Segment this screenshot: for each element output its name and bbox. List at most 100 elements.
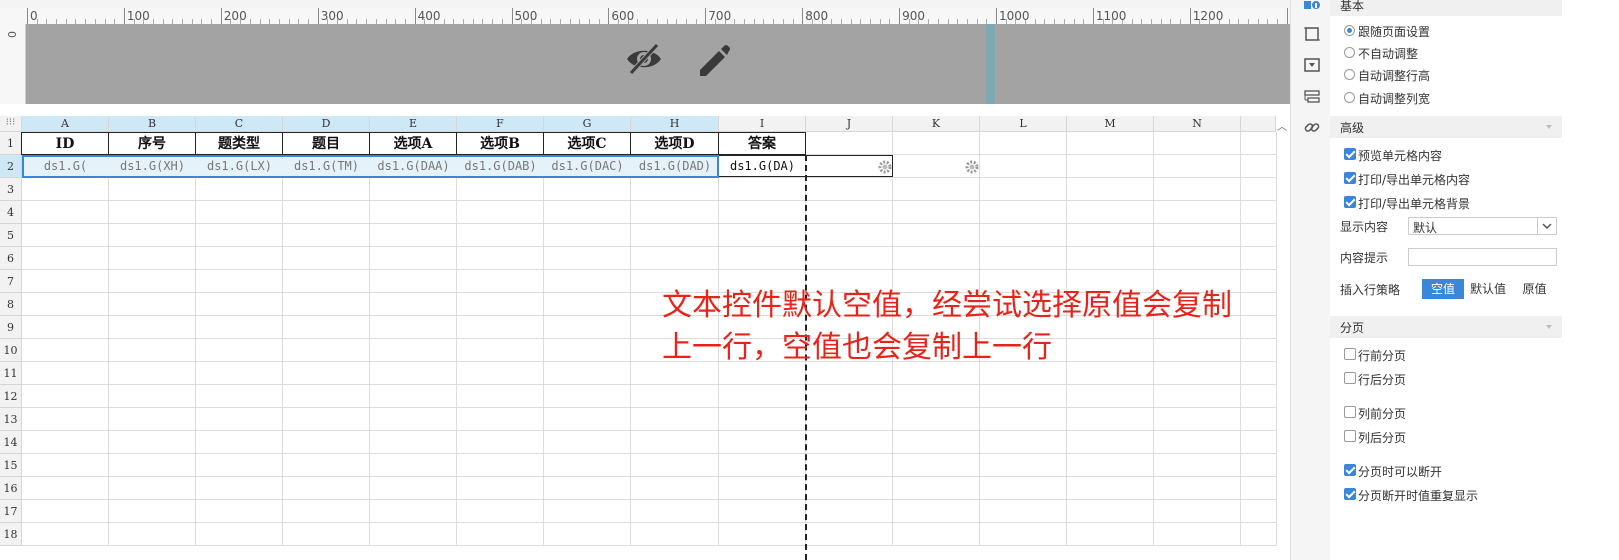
row-header-18[interactable]: 18 [0, 523, 22, 546]
row-header-4[interactable]: 4 [0, 201, 22, 224]
radio-button[interactable] [1344, 47, 1355, 58]
column-header-d[interactable]: D [283, 116, 370, 132]
scroll-up-arrow[interactable]: ︿ [1277, 118, 1287, 133]
data-cell[interactable]: ds1.G(DAB) [457, 155, 544, 177]
column-header-k[interactable]: K [893, 116, 980, 132]
column-header-m[interactable]: M [1067, 116, 1154, 132]
data-cell[interactable]: ds1.G(XH) [109, 155, 196, 177]
row-header-10[interactable]: 10 [0, 339, 22, 362]
row-header-3[interactable]: 3 [0, 178, 22, 201]
row-header-12[interactable]: 12 [0, 385, 22, 408]
checkbox[interactable] [1344, 488, 1356, 500]
column-header-i[interactable]: I [719, 116, 806, 132]
row-header-15[interactable]: 15 [0, 454, 22, 477]
section-paging-title: 分页 [1340, 321, 1365, 335]
annotation-note: 文本控件默认空值，经尝试选择原值会复制 上一行，空值也会复制上一行 [662, 285, 1302, 369]
condition-icon[interactable] [1303, 88, 1321, 106]
section-advanced[interactable]: 高级 [1330, 116, 1562, 138]
widget-icon[interactable] [1303, 25, 1321, 43]
display-content-select[interactable]: 默认 [1408, 217, 1557, 235]
header-cell[interactable]: ID [21, 132, 109, 155]
row-header-9[interactable]: 9 [0, 316, 22, 339]
data-cell[interactable]: ds1.G(DAD) [631, 155, 719, 177]
checkbox[interactable] [1344, 372, 1356, 384]
chevron-down-icon[interactable] [1544, 322, 1554, 332]
header-cell[interactable]: 选项A [369, 132, 457, 155]
property-tab-bar [1290, 0, 1330, 560]
checkbox[interactable] [1344, 406, 1356, 418]
column-header-h[interactable]: H [631, 116, 719, 132]
row-header-1[interactable]: 1 [0, 132, 22, 155]
column-header-g[interactable]: G [544, 116, 631, 132]
header-cell[interactable]: 序号 [108, 132, 196, 155]
data-cell[interactable]: ds1.G( [22, 155, 109, 177]
column-header-n[interactable]: N [1154, 116, 1241, 132]
row-header-6[interactable]: 6 [0, 247, 22, 270]
radio-label: 不自动调整 [1358, 47, 1419, 61]
checkbox[interactable] [1344, 196, 1356, 208]
row-header-17[interactable]: 17 [0, 500, 22, 523]
checkbox[interactable] [1344, 148, 1356, 160]
annotation-line-2: 上一行，空值也会复制上一行 [662, 330, 1052, 365]
grid-corner-handle[interactable]: ⁝⁝⁝ [0, 116, 22, 132]
checkbox-label: 打印/导出单元格背景 [1358, 197, 1471, 211]
chevron-down-icon[interactable] [1537, 218, 1556, 234]
column-header-e[interactable]: E [370, 116, 457, 132]
grid-line [22, 223, 1276, 224]
link-icon[interactable] [1303, 118, 1321, 136]
section-basic[interactable]: 基本 [1330, 0, 1562, 16]
ruler-tick [608, 8, 610, 24]
row-header-8[interactable]: 8 [0, 293, 22, 316]
header-cell[interactable]: 题目 [282, 132, 370, 155]
pencil-icon[interactable] [694, 38, 730, 80]
column-header-l[interactable]: L [980, 116, 1067, 132]
data-cell[interactable]: ds1.G(LX) [196, 155, 283, 177]
strategy-original[interactable]: 原值 [1512, 279, 1557, 299]
strategy-empty[interactable]: 空值 [1422, 279, 1464, 299]
radio-button[interactable] [1344, 69, 1355, 80]
content-hint-input[interactable] [1408, 248, 1557, 266]
data-cell[interactable]: ds1.G(DAA) [370, 155, 457, 177]
radio-button[interactable] [1344, 92, 1355, 103]
header-cell[interactable]: 选项B [456, 132, 544, 155]
header-cell[interactable]: 选项C [543, 132, 631, 155]
horizontal-ruler: 0 100 200 300 400 500 600 700 800 900 1000 1100 1200 [0, 8, 1333, 25]
checkbox[interactable] [1344, 430, 1356, 442]
row-header-13[interactable]: 13 [0, 408, 22, 431]
row-header-16[interactable]: 16 [0, 477, 22, 500]
column-header-b[interactable]: B [109, 116, 196, 132]
ruler-label: 1200 [1192, 9, 1224, 23]
column-header-f[interactable]: F [457, 116, 544, 132]
filter-icon[interactable] [1303, 56, 1321, 74]
row-header-11[interactable]: 11 [0, 362, 22, 385]
row-header-2[interactable]: 2 [0, 155, 22, 178]
checkbox[interactable] [1344, 348, 1356, 360]
cell-attr-icon[interactable] [1303, 0, 1321, 18]
gear-icon[interactable] [965, 160, 979, 174]
radio-button[interactable] [1344, 25, 1355, 36]
row-header-5[interactable]: 5 [0, 224, 22, 247]
data-cell[interactable]: ds1.G(DAC) [544, 155, 631, 177]
radio-label: 跟随页面设置 [1358, 25, 1431, 39]
column-header-j[interactable]: J [806, 116, 893, 132]
column-header-a[interactable]: A [22, 116, 109, 132]
row-header-7[interactable]: 7 [0, 270, 22, 293]
header-cell[interactable]: 答案 [718, 132, 806, 155]
checkbox[interactable] [1344, 172, 1356, 184]
section-paging[interactable]: 分页 [1330, 316, 1562, 338]
ruler-tick [996, 8, 997, 24]
header-page-marker[interactable] [986, 24, 995, 104]
chevron-down-icon[interactable] [1544, 122, 1554, 132]
column-header-c[interactable]: C [196, 116, 283, 132]
eye-off-icon[interactable] [623, 38, 665, 80]
data-cell[interactable]: ds1.G(TM) [283, 155, 370, 177]
strategy-default[interactable]: 默认值 [1464, 279, 1512, 299]
checkbox[interactable] [1344, 464, 1356, 476]
header-cell[interactable]: 题类型 [195, 132, 283, 155]
gear-icon[interactable] [878, 160, 892, 174]
ruler-label: 300 [320, 9, 344, 23]
page-header-area[interactable] [26, 24, 1333, 104]
row-header-14[interactable]: 14 [0, 431, 22, 454]
header-cell[interactable]: 选项D [630, 132, 719, 155]
vertical-ruler-label: 0 [5, 31, 18, 38]
